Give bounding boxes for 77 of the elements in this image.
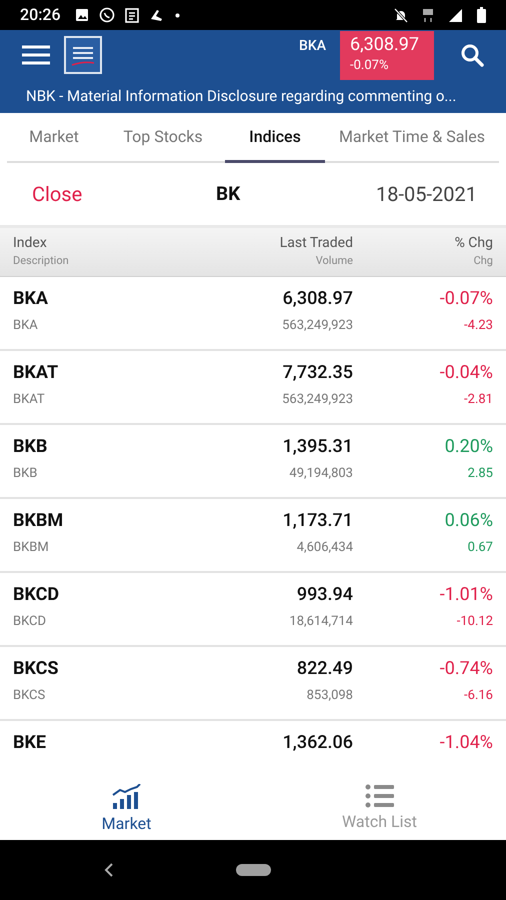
table-cell: 0.67 — [468, 539, 493, 557]
column-title: % Chg — [454, 234, 493, 252]
home-handle[interactable] — [236, 864, 270, 876]
table-cell: 853,098 — [306, 687, 353, 705]
table-cell: BKCD — [13, 583, 60, 607]
table-cell: 1,362.06 — [282, 731, 353, 755]
index-row[interactable]: BKBM BKBM 1,173.71 4,606,434 0.06% 0.67 — [0, 499, 506, 573]
table-cell: -10.12 — [456, 613, 493, 631]
table-cell: 0.06% — [444, 509, 493, 533]
chart-icon — [112, 784, 142, 810]
column-subtitle: Description — [13, 253, 69, 269]
table-cell: -1.01% — [440, 583, 493, 607]
table-cell: 1,173.71 — [282, 509, 353, 533]
ticker-symbol: BKA — [299, 37, 326, 56]
table-cell: 7,732.35 — [282, 361, 353, 385]
image-icon — [74, 8, 89, 22]
tab[interactable]: Top Stocks — [101, 113, 225, 163]
table-cell: BKA — [13, 317, 38, 335]
market-name: BK — [216, 180, 240, 207]
table-cell: BKBM — [13, 509, 64, 533]
table-cell: 18,614,714 — [289, 613, 353, 631]
table-cell: BKAT — [13, 361, 58, 385]
table-cell: -0.07% — [440, 287, 493, 311]
chat-icon — [98, 7, 115, 23]
index-row[interactable]: BKA BKA 6,308.97 563,249,923 -0.07% -4.23 — [0, 277, 506, 351]
table-cell: -2.81 — [464, 391, 493, 409]
signal-icon — [448, 8, 463, 22]
table-cell: 1,395.31 — [282, 435, 353, 459]
tab[interactable]: Indices — [225, 113, 325, 163]
column-subtitle: Chg — [474, 253, 493, 269]
market-status: Close — [32, 181, 84, 208]
table-cell: -4.23 — [464, 317, 493, 335]
table-cell: 49,194,803 — [289, 465, 353, 483]
table-cell: 4,606,434 — [296, 539, 353, 557]
ticker-quote[interactable]: 6,308.97 -0.07% — [340, 31, 434, 80]
table-cell: BKCD — [13, 613, 46, 631]
dot-icon — [174, 12, 180, 18]
table-cell: 822.49 — [296, 657, 353, 681]
table-cell: -1.04% — [440, 731, 493, 755]
table-cell: 993.94 — [296, 583, 353, 607]
table-cell: BKBM — [13, 539, 49, 557]
logo-icon — [64, 36, 102, 74]
table-cell: BKCS — [13, 657, 59, 681]
tab[interactable]: Market — [7, 113, 101, 163]
index-row[interactable]: BKAT BKAT 7,732.35 563,249,923 -0.04% -2.81 — [0, 351, 506, 425]
status-time: 20:26 — [20, 4, 61, 26]
index-row[interactable]: BKCS BKCS 822.49 853,098 -0.74% -6.16 — [0, 647, 506, 721]
tab[interactable]: Market Time & Sales — [325, 113, 499, 163]
notifications-off-icon — [394, 8, 408, 22]
table-cell: BKB — [13, 435, 48, 459]
table-cell: 563,249,923 — [282, 317, 353, 335]
menu-icon[interactable] — [22, 45, 50, 65]
table-cell: BKB — [13, 465, 38, 483]
column-title: Index — [13, 234, 47, 252]
back-icon[interactable] — [104, 863, 114, 877]
column-subtitle: Volume — [316, 253, 353, 269]
table-cell: 0.20% — [444, 435, 493, 459]
document-icon — [124, 8, 139, 22]
search-icon[interactable] — [460, 43, 484, 67]
table-cell: BKCS — [13, 687, 46, 705]
table-cell: -0.04% — [440, 361, 493, 385]
index-row[interactable]: BKCD BKCD 993.94 18,614,714 -1.01% -10.12 — [0, 573, 506, 647]
table-cell: 563,249,923 — [282, 391, 353, 409]
index-row[interactable]: BKB BKB 1,395.31 49,194,803 0.20% 2.85 — [0, 425, 506, 499]
table-cell: -0.74% — [440, 657, 493, 681]
table-cell: BKE — [13, 731, 46, 755]
news-ticker[interactable]: NBK - Material Information Disclosure regarding commenting o... — [26, 85, 456, 108]
table-cell: BKA — [13, 287, 48, 311]
table-cell: -6.16 — [464, 687, 493, 705]
market-date: 18-05-2021 — [376, 181, 477, 208]
list-icon — [364, 784, 394, 808]
table-cell: 2.85 — [468, 465, 493, 483]
table-cell: 6,308.97 — [282, 287, 353, 311]
table-cell: BKAT — [13, 391, 45, 409]
column-title: Last Traded — [280, 234, 353, 252]
battery-icon — [477, 7, 486, 23]
nav-item[interactable]: Market — [0, 770, 253, 840]
